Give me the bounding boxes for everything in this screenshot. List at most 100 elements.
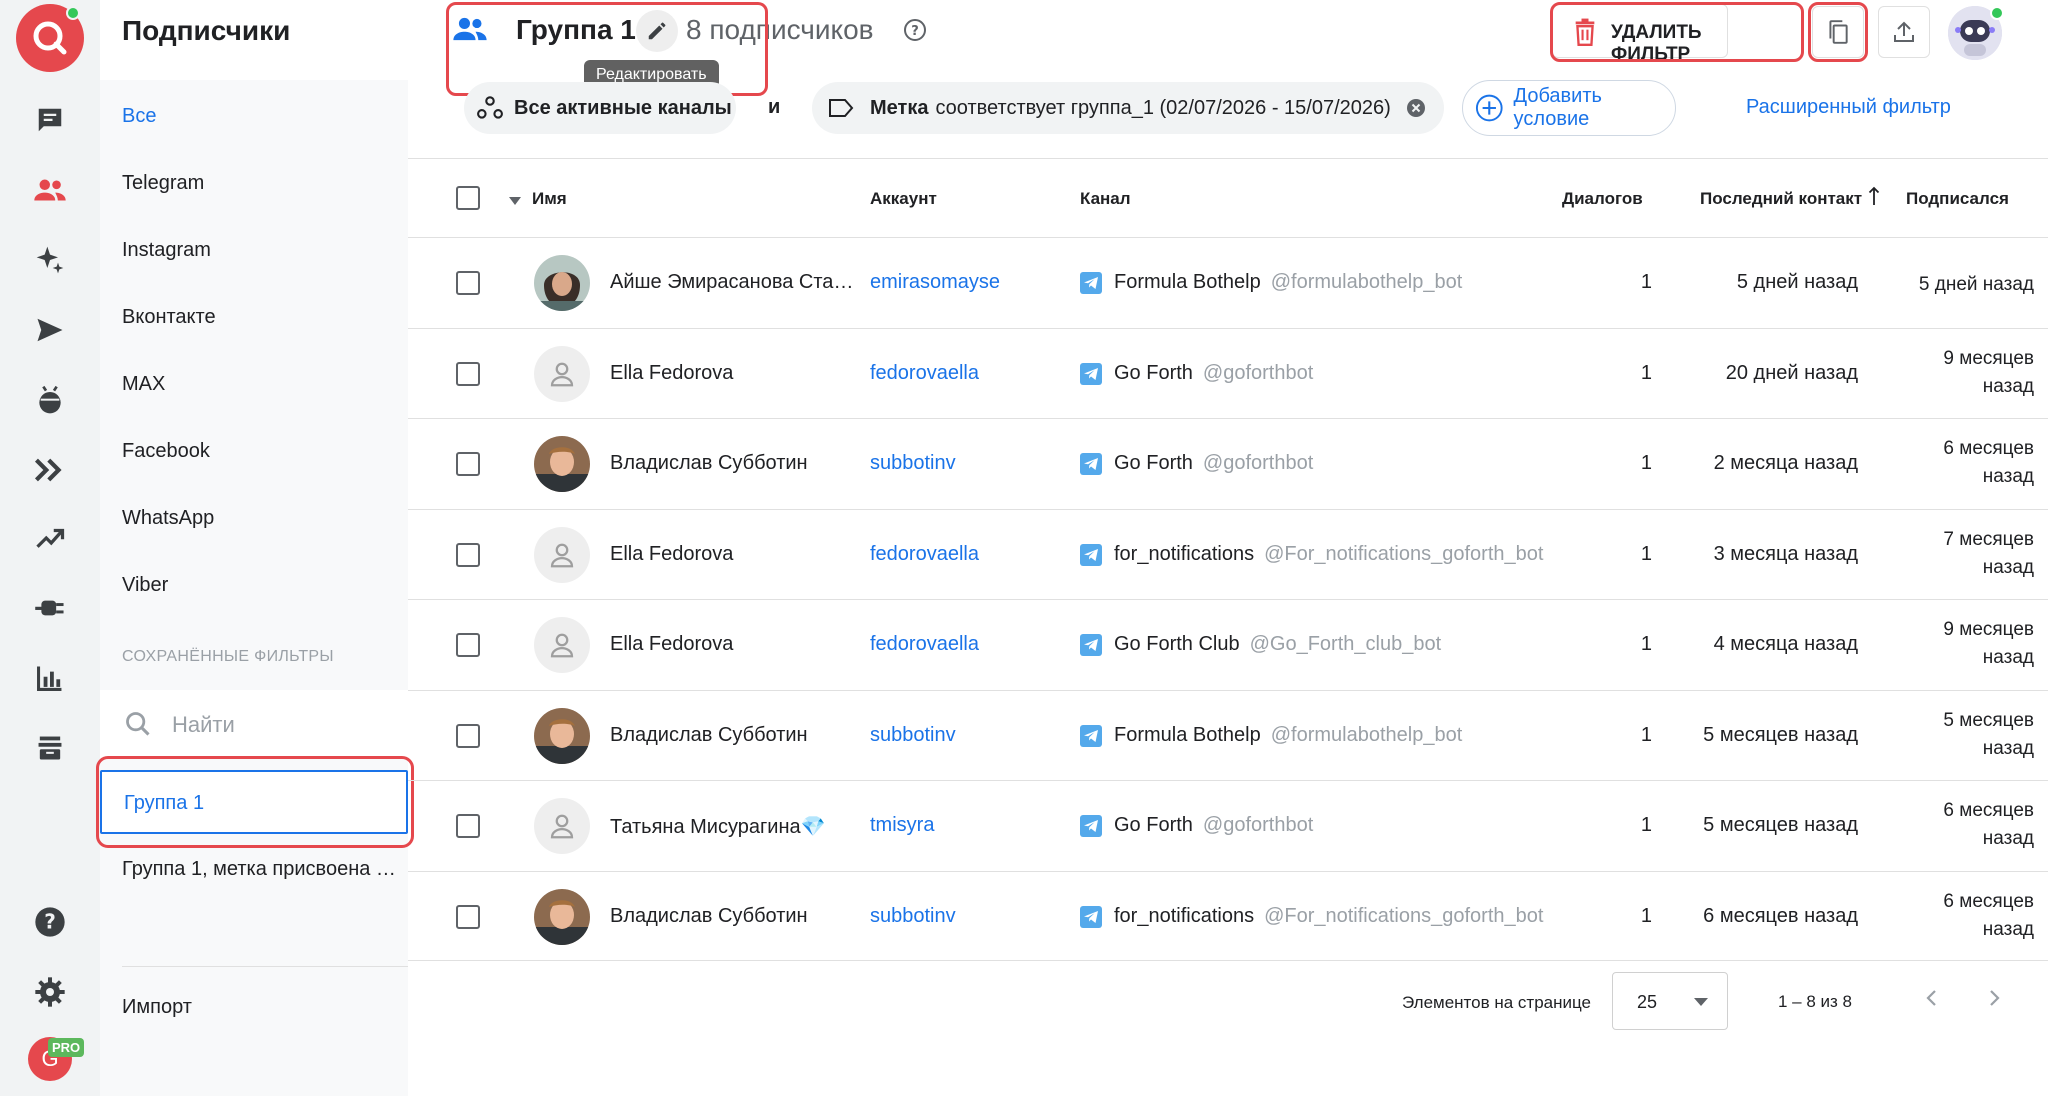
table-row[interactable]: Ella Fedorova fedorovaella Go Forth @gofort…	[408, 327, 2048, 418]
account-link[interactable]: tmisyra	[870, 814, 934, 837]
label-filter-value: соответствует группа_1 (02/07/2026 - 15/…	[935, 96, 1391, 119]
copy-filter-button[interactable]	[1812, 6, 1864, 58]
chat-icon[interactable]	[30, 100, 70, 140]
table-row[interactable]: Владислав Субботин subbotinv for_notificat…	[408, 870, 2048, 961]
sidebar-item-max[interactable]: MAX	[122, 373, 165, 396]
subscriber-name[interactable]: Ella Fedorova	[610, 633, 854, 656]
saved-filters-search[interactable]: Найти	[100, 690, 408, 758]
sidebar-item-instagram[interactable]: Instagram	[122, 239, 211, 262]
column-header-dialogs[interactable]: Диалогов	[1562, 189, 1643, 209]
edit-button[interactable]	[636, 10, 678, 52]
analytics-trend-icon[interactable]	[30, 518, 70, 558]
table-row[interactable]: Ella Fedorova fedorovaella for_notificatio…	[408, 508, 2048, 599]
row-checkbox[interactable]	[456, 633, 480, 657]
table-row[interactable]: Владислав Субботин subbotinv Formula Bothe…	[408, 689, 2048, 780]
filter-conjunction: и	[768, 96, 781, 118]
sidebar-item-vkontakte[interactable]: Вконтакте	[122, 306, 216, 329]
subscriber-avatar[interactable]	[534, 888, 590, 945]
delete-filter-button[interactable]: УДАЛИТЬ ФИЛЬТР	[1552, 4, 1728, 65]
account-link[interactable]: subbotinv	[870, 724, 956, 747]
sidebar-item-whatsapp[interactable]: WhatsApp	[122, 507, 214, 530]
label-filter-chip[interactable]: Метка соответствует группа_1 (02/07/2026…	[812, 82, 1444, 134]
dialogs-count: 1	[1640, 452, 1652, 474]
dialogs-count: 1	[1640, 814, 1652, 836]
subscriber-avatar[interactable]	[534, 436, 590, 492]
per-page-select[interactable]: 25	[1612, 972, 1728, 1030]
column-header-name[interactable]: Имя	[532, 189, 567, 209]
sidebar-item-telegram[interactable]: Telegram	[122, 172, 204, 195]
saved-filter-group-1[interactable]: Группа 1	[100, 770, 408, 834]
subscribed-line: 9 месяцев	[1943, 347, 2034, 369]
archive-icon[interactable]	[30, 728, 70, 768]
chevron-right-icon[interactable]	[1982, 986, 2006, 1015]
column-header-last-contact[interactable]: Последний контакт	[1700, 189, 1862, 209]
sidebar-item-facebook[interactable]: Facebook	[122, 440, 210, 463]
subscriber-avatar[interactable]	[534, 255, 590, 311]
subscriber-name[interactable]: Владислав Субботин	[610, 905, 854, 928]
ai-sparkle-icon[interactable]	[30, 240, 70, 280]
integrations-plug-icon[interactable]	[30, 588, 70, 628]
row-checkbox[interactable]	[456, 814, 480, 838]
sort-caret-down-icon[interactable]	[508, 193, 522, 211]
person-placeholder-icon[interactable]	[534, 345, 590, 402]
add-condition-button[interactable]: Добавить условие	[1462, 80, 1676, 136]
sidebar-item-all[interactable]: Все	[122, 105, 156, 128]
table-row[interactable]: Владислав Субботин subbotinv Go Forth @gofo…	[408, 418, 2048, 508]
account-link[interactable]: emirasomayse	[870, 271, 1000, 294]
label-filter-key: Метка	[870, 96, 929, 119]
automation-icon[interactable]	[30, 450, 70, 490]
channels-filter-chip[interactable]: Все активные каналы	[464, 82, 736, 134]
sidebar-item-viber[interactable]: Viber	[122, 574, 168, 597]
broadcast-send-icon[interactable]	[30, 310, 70, 350]
advanced-filter-link[interactable]: Расширенный фильтр	[1746, 96, 1951, 119]
account-link[interactable]: subbotinv	[870, 452, 956, 475]
chevron-left-icon[interactable]	[1920, 986, 1944, 1015]
account-link[interactable]: fedorovaella	[870, 543, 979, 566]
column-header-channel[interactable]: Канал	[1080, 189, 1131, 209]
person-placeholder-icon[interactable]	[534, 617, 590, 673]
account-link[interactable]: fedorovaella	[870, 633, 979, 656]
select-all-checkbox[interactable]	[456, 186, 480, 210]
row-checkbox[interactable]	[456, 723, 480, 748]
table-row[interactable]: Татьяна Мисурагина💎 tmisyra Go Forth @gofor…	[408, 780, 2048, 870]
channel-cell: Formula Bothelp @formulabothelp_bot	[1114, 271, 1462, 294]
subscriber-name[interactable]: Татьяна Мисурагина💎	[610, 814, 854, 839]
row-checkbox[interactable]	[456, 271, 480, 295]
subscriber-name[interactable]: Ella Fedorova	[610, 543, 854, 566]
clear-circle-icon[interactable]	[1405, 97, 1427, 119]
subscribers-icon[interactable]	[30, 170, 70, 210]
subscriber-name[interactable]: Владислав Субботин	[610, 724, 854, 747]
reports-chart-icon[interactable]	[30, 658, 70, 698]
subscriber-name[interactable]: Айше Эмирасанова Ставропольская	[610, 271, 854, 294]
question-circle-icon[interactable]: ?	[903, 18, 927, 47]
bot-icon[interactable]	[30, 380, 70, 420]
column-header-account[interactable]: Аккаунт	[870, 189, 937, 209]
column-header-subscribed[interactable]: Подписался	[1906, 189, 2009, 209]
channel-name: Go Forth	[1114, 814, 1193, 836]
export-button[interactable]	[1878, 6, 1930, 58]
channel-name: Formula Bothelp	[1114, 723, 1261, 746]
table-row[interactable]: Ella Fedorova fedorovaella Go Forth Club @G…	[408, 599, 2048, 689]
app-logo[interactable]	[16, 4, 84, 72]
row-checkbox[interactable]	[456, 452, 480, 476]
channel-name: Go Forth	[1114, 361, 1193, 384]
search-input[interactable]: Найти	[172, 712, 235, 738]
help-icon[interactable]: ?	[30, 902, 70, 942]
import-link[interactable]: Импорт	[122, 996, 192, 1019]
row-checkbox[interactable]	[456, 904, 480, 929]
account-link[interactable]: subbotinv	[870, 905, 956, 928]
row-checkbox[interactable]	[456, 361, 480, 386]
channel-name: Formula Bothelp	[1114, 271, 1261, 293]
saved-filter-group-1-label-assigned[interactable]: Группа 1, метка присвоена 05/07/2026 - 1…	[122, 858, 398, 881]
settings-gear-icon[interactable]	[30, 972, 70, 1012]
account-link[interactable]: fedorovaella	[870, 362, 979, 385]
subscriber-name[interactable]: Ella Fedorova	[610, 362, 854, 385]
row-checkbox[interactable]	[456, 542, 480, 567]
subscriber-name[interactable]: Владислав Субботин	[610, 452, 854, 475]
person-placeholder-icon[interactable]	[534, 526, 590, 583]
sort-arrow-up-icon[interactable]	[1868, 186, 1880, 211]
person-placeholder-icon[interactable]	[534, 798, 590, 854]
subscriber-avatar[interactable]	[534, 707, 590, 764]
table-row[interactable]: Айше Эмирасанова Ставропольская emirasoma…	[408, 237, 2048, 327]
last-contact: 20 дней назад	[1725, 361, 1858, 384]
